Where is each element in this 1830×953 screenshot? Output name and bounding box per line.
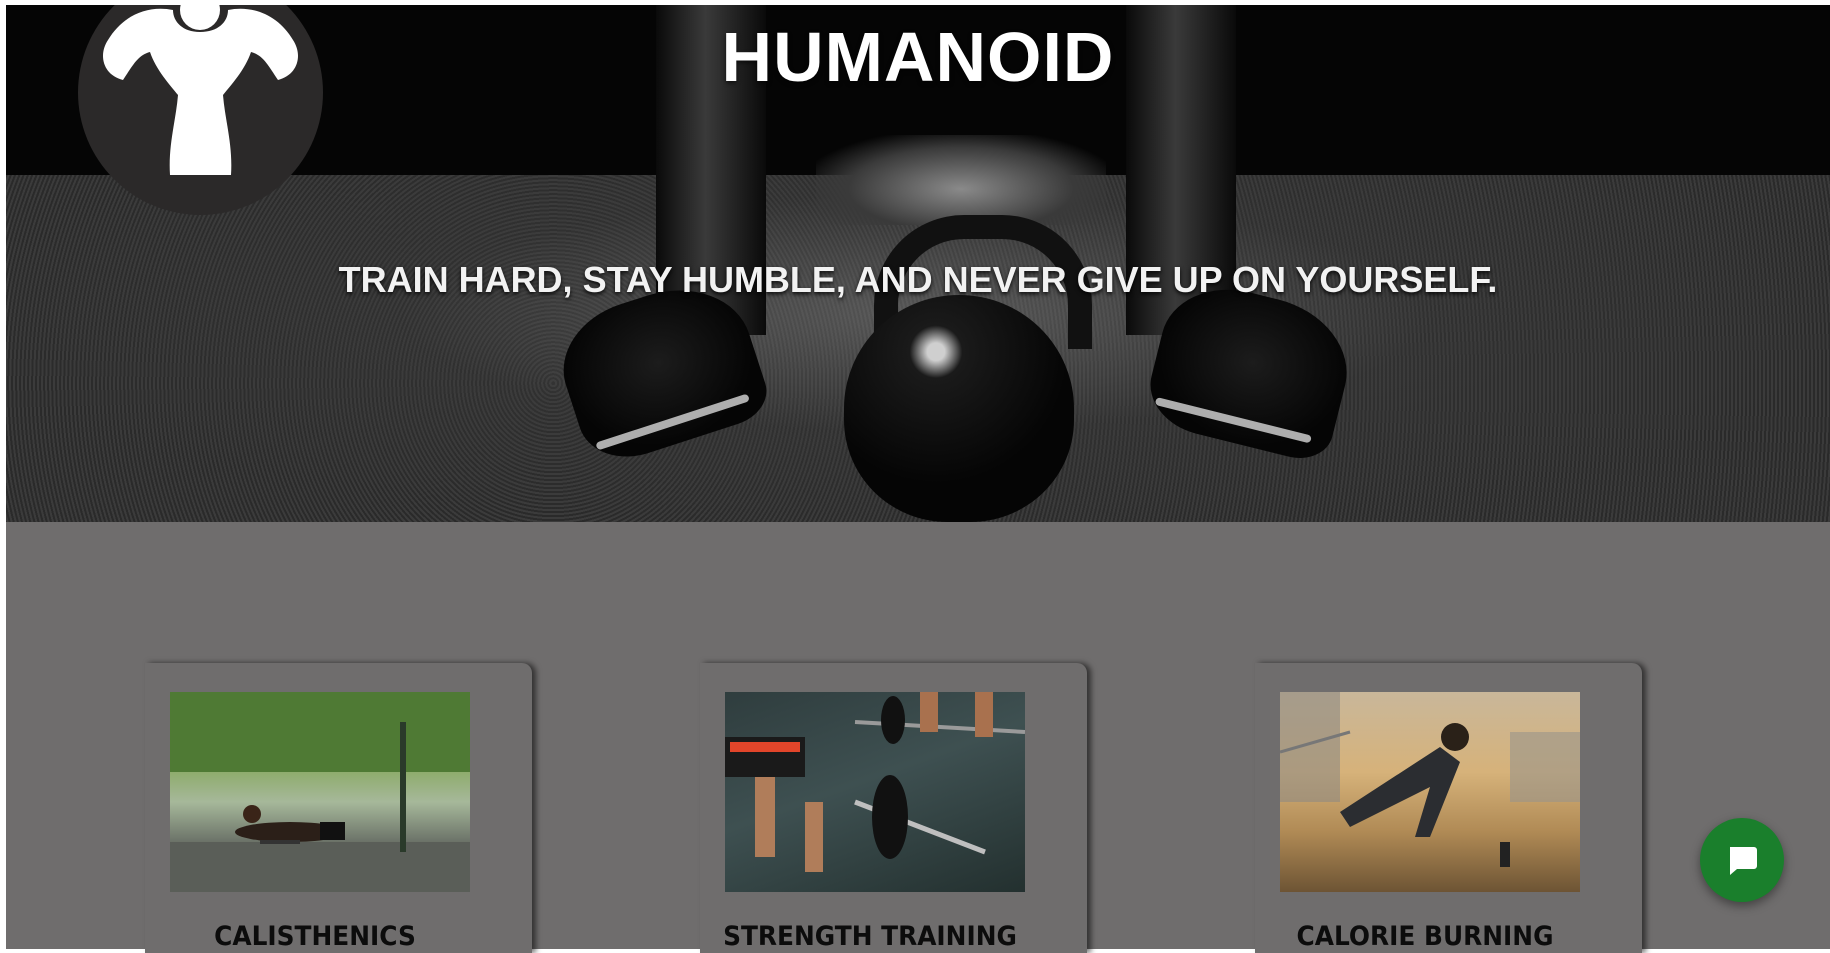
card-title-strength-training: STRENGTH TRAINING [723, 921, 1017, 952]
kettlebell-image [844, 295, 1074, 522]
hero-tagline: TRAIN HARD, STAY HUMBLE, AND NEVER GIVE … [338, 259, 1498, 300]
chat-button[interactable] [1700, 818, 1784, 902]
card-strength-training[interactable]: STRENGTH TRAINING [700, 663, 1087, 953]
barbell-deadlift-photo [725, 692, 1025, 892]
hero-hands [816, 135, 1106, 225]
pushup-park-photo [170, 692, 470, 892]
card-title-calisthenics: CALISTHENICS [214, 921, 416, 952]
outdoor-plank-photo [1280, 692, 1580, 892]
site-title: HUMANOID [721, 18, 1115, 96]
chat-bubble-icon [1730, 847, 1757, 875]
card-calisthenics[interactable]: CALISTHENICS [145, 663, 532, 953]
page: HUMANOID TRAIN HARD, STAY HUMBLE, AND NE… [6, 5, 1830, 953]
card-calorie-burning[interactable]: CALORIE BURNING [1255, 663, 1642, 953]
hero-banner: HUMANOID TRAIN HARD, STAY HUMBLE, AND NE… [6, 5, 1830, 522]
card-title-calorie-burning: CALORIE BURNING [1296, 921, 1554, 952]
